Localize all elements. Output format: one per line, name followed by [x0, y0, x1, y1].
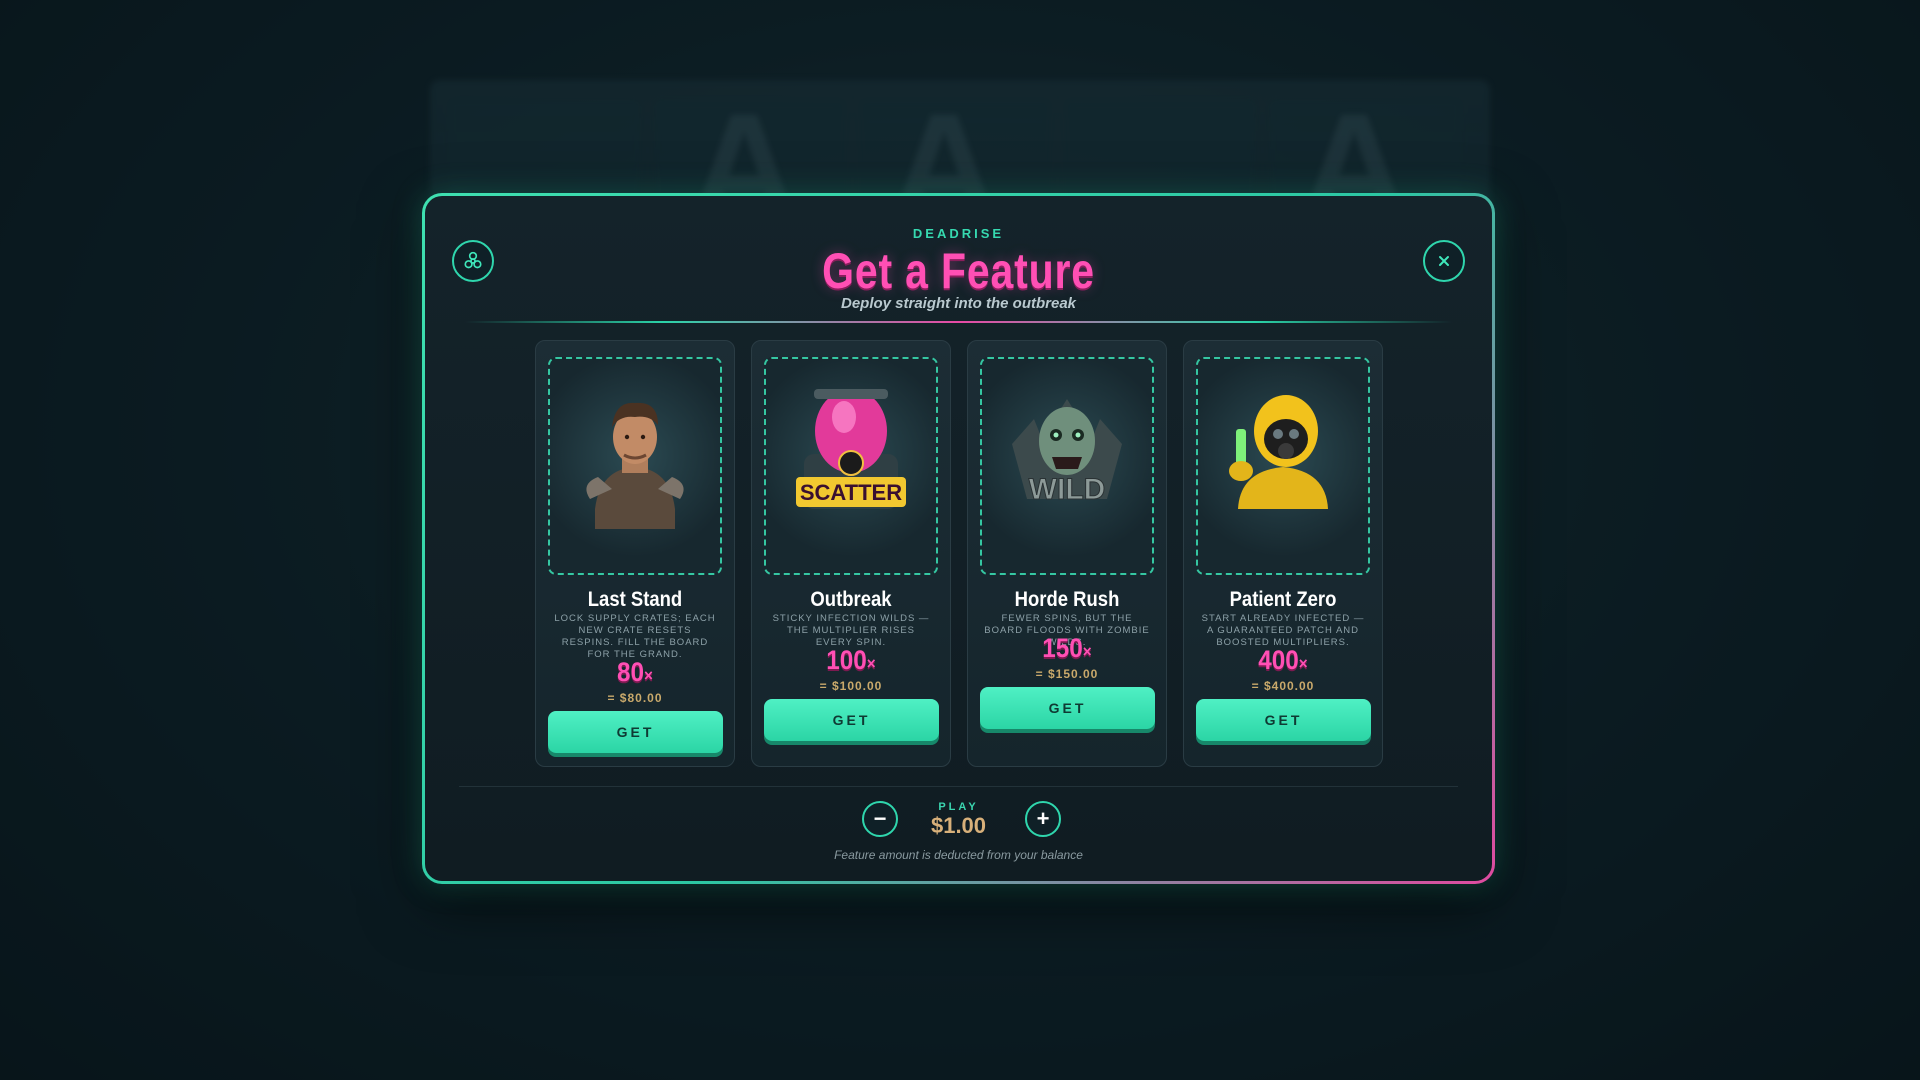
feature-price: = $400.00	[1251, 679, 1315, 693]
multiplier-value: 150	[1042, 633, 1083, 663]
scatter-biohazard-icon: SCATTER	[764, 357, 938, 575]
soldier-survivor-icon	[548, 357, 722, 575]
feature-price: = $80.00	[607, 691, 663, 705]
feature-name: Outbreak	[810, 588, 892, 611]
get-button-patient-zero[interactable]: GET	[1196, 699, 1371, 741]
multiplier-suffix: ×	[644, 666, 653, 685]
modal-panel: DEADRISE Get a Feature Deploy straight i…	[425, 196, 1492, 881]
multiplier-value: 400	[1258, 645, 1299, 675]
feature-card-patient-zero: Patient Zero Start already infected — a …	[1183, 340, 1383, 767]
multiplier-suffix: ×	[1298, 654, 1308, 673]
modal-header: DEADRISE Get a Feature Deploy straight i…	[425, 226, 1492, 312]
svg-text:SCATTER: SCATTER	[800, 480, 902, 505]
multiplier-value: 100	[826, 645, 867, 675]
feature-description: Lock supply crates; each new crate reset…	[554, 613, 716, 660]
feature-multiplier: 80×	[546, 657, 724, 688]
multiplier-value: 80	[617, 657, 645, 687]
get-button-last-stand[interactable]: GET	[548, 711, 723, 753]
feature-name: Patient Zero	[1229, 588, 1337, 611]
feature-price: = $150.00	[1035, 667, 1099, 681]
feature-price: = $100.00	[819, 679, 883, 693]
multiplier-suffix: ×	[866, 654, 876, 673]
footer-divider	[459, 786, 1458, 787]
feature-description: Sticky infection wilds — the multiplier …	[772, 613, 930, 648]
feature-name: Horde Rush	[1014, 588, 1120, 611]
bet-amount: $1.00	[930, 813, 987, 838]
feature-multiplier: 400×	[1194, 645, 1372, 676]
zombie-wild-icon: WILD	[980, 357, 1154, 575]
feature-buy-modal: DEADRISE Get a Feature Deploy straight i…	[422, 193, 1495, 884]
header-divider	[465, 321, 1452, 323]
feature-card-outbreak: SCATTER Outbreak Sticky infection wilds …	[751, 340, 951, 767]
feature-card-horde-rush: WILD Horde Rush Fewer spins, but the boa…	[967, 340, 1167, 767]
feature-multiplier: 100×	[762, 645, 940, 676]
multiplier-suffix: ×	[1082, 642, 1092, 661]
feature-multiplier: 150×	[978, 633, 1156, 664]
feature-name: Last Stand	[587, 588, 683, 611]
brand-label: DEADRISE	[912, 226, 1005, 241]
feature-card-list: Last Stand Lock supply crates; each new …	[535, 340, 1383, 767]
get-button-outbreak[interactable]: GET	[764, 699, 939, 741]
play-label: PLAY	[938, 801, 979, 813]
svg-text:WILD: WILD	[1029, 473, 1106, 506]
feature-card-last-stand: Last Stand Lock supply crates; each new …	[535, 340, 735, 767]
increase-bet-button[interactable]: +	[1025, 801, 1061, 837]
get-button-horde-rush[interactable]: GET	[980, 687, 1155, 729]
feature-description: Start already infected — a guaranteed pa…	[1201, 613, 1365, 648]
balance-footnote: Feature amount is deducted from your bal…	[834, 848, 1083, 862]
modal-title: Get a Feature	[822, 243, 1095, 299]
hazmat-figure-icon	[1196, 357, 1370, 575]
